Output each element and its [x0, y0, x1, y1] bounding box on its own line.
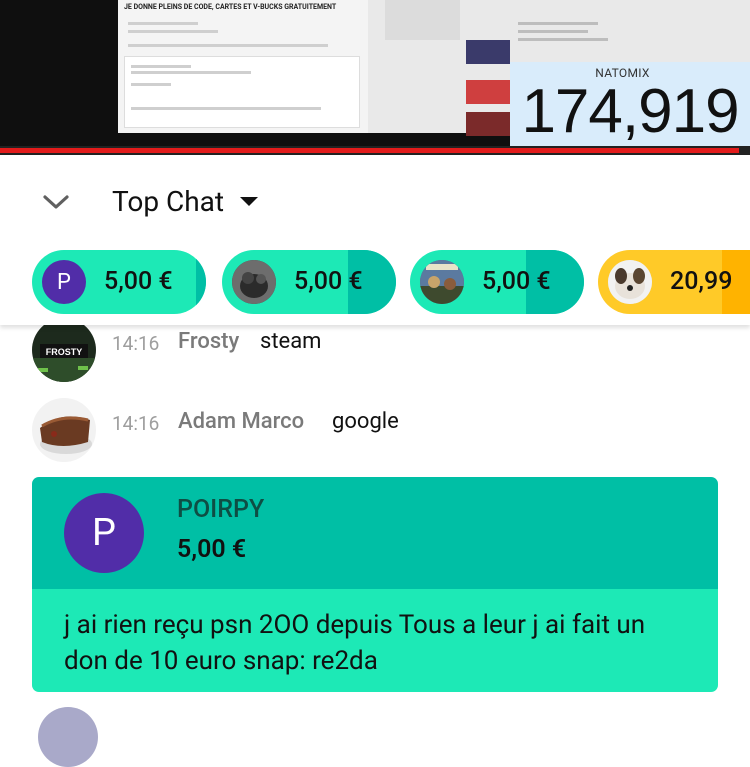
avatar[interactable] — [32, 398, 96, 462]
ticker-item[interactable]: 5,00 € — [410, 250, 584, 314]
chat-message: 14:16 Adam Marco google — [32, 398, 722, 462]
video-overlay-header: JE DONNE PLEINS DE CODE, CARTES ET V-BUC… — [124, 3, 337, 11]
ticker-item[interactable]: 20,99 — [598, 250, 750, 314]
avatar-text: FROSTY — [46, 347, 83, 357]
message-author[interactable]: Frosty — [178, 329, 239, 354]
message-timestamp: 14:16 — [112, 332, 160, 355]
superchat-card: P POIRPY 5,00 € j ai rien reçu psn 2OO d… — [32, 477, 718, 692]
superchat-author[interactable]: POIRPY — [177, 495, 264, 524]
message-timestamp: 14:16 — [112, 412, 160, 435]
ticker-amount: 20,99 — [670, 267, 733, 296]
caret-down-icon — [240, 197, 259, 206]
ticker-amount: 5,00 € — [294, 267, 363, 296]
message-text: steam — [260, 329, 322, 354]
superchat-ticker: P 5,00 € 5,00 € 5,00 € 20,99 — [0, 250, 750, 314]
message-text: google — [332, 409, 399, 434]
chat-header: Top Chat P 5,00 € 5,00 € 5,00 € 20,99 — [0, 155, 750, 325]
message-author[interactable]: Adam Marco — [178, 409, 304, 434]
superchat-message: j ai rien reçu psn 2OO depuis Tous a leu… — [64, 610, 646, 676]
video-progress-fill — [0, 148, 739, 153]
video-thumbnail — [466, 112, 510, 136]
subscriber-counter: NATOMIX 174,919 — [510, 62, 750, 154]
avatar[interactable]: FROSTY — [32, 318, 96, 382]
chevron-down-icon[interactable] — [36, 189, 76, 217]
video-screen-capture: JE DONNE PLEINS DE CODE, CARTES ET V-BUC… — [118, 0, 368, 133]
ticker-item[interactable]: P 5,00 € — [32, 250, 206, 314]
ticker-avatar — [232, 260, 276, 304]
avatar-letter: P — [92, 511, 116, 555]
ticker-avatar-letter: P — [57, 269, 71, 295]
avatar[interactable] — [38, 707, 98, 767]
ticker-avatar — [420, 260, 464, 304]
avatar[interactable]: P — [64, 493, 144, 573]
ticker-item[interactable]: 5,00 € — [222, 250, 396, 314]
superchat-amount: 5,00 € — [177, 535, 247, 564]
ticker-amount: 5,00 € — [104, 267, 173, 296]
chat-mode-dropdown[interactable]: Top Chat — [112, 185, 259, 218]
video-thumbnail — [466, 40, 510, 64]
superchat-body: j ai rien reçu psn 2OO depuis Tous a leu… — [32, 589, 718, 692]
ticker-amount: 5,00 € — [482, 267, 551, 296]
video-player[interactable]: JE DONNE PLEINS DE CODE, CARTES ET V-BUC… — [0, 0, 750, 155]
video-side-box — [385, 0, 460, 40]
ticker-avatar — [608, 260, 652, 304]
chat-message: FROSTY 14:16 Frosty steam — [32, 318, 722, 382]
ticker-avatar: P — [42, 260, 86, 304]
chat-mode-label: Top Chat — [112, 185, 225, 218]
ticker-progress-band — [196, 250, 206, 314]
video-thumbnail — [466, 80, 510, 104]
superchat-header: P POIRPY 5,00 € — [32, 477, 718, 589]
counter-value: 174,919 — [521, 77, 739, 146]
